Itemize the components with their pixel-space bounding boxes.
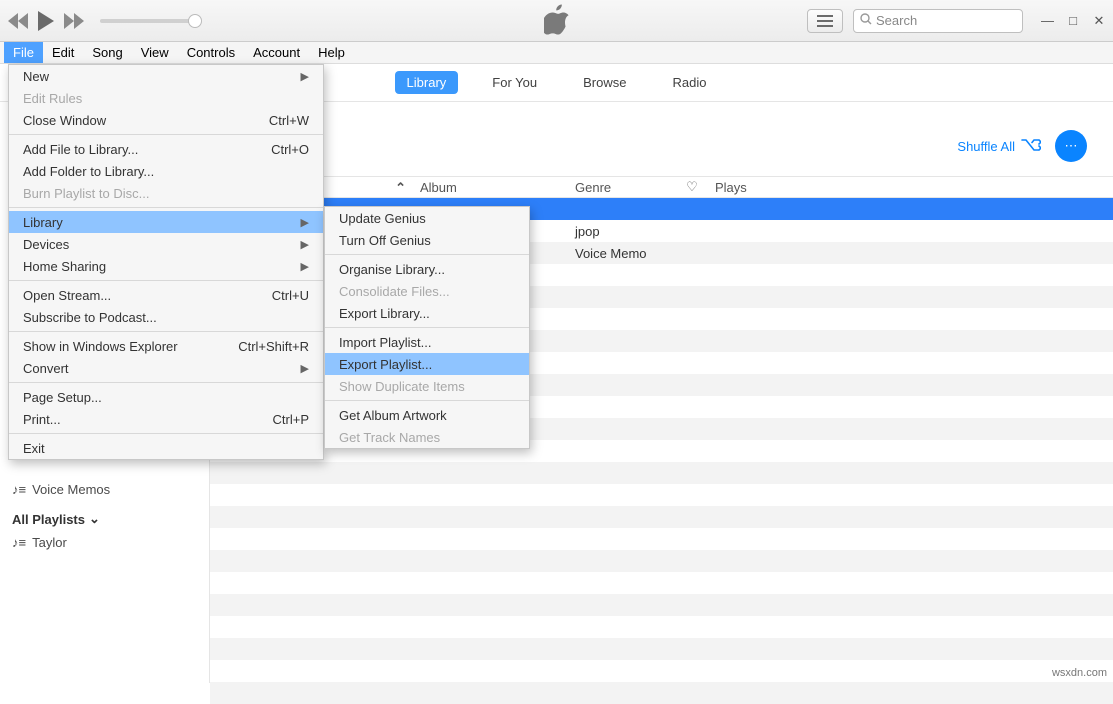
- playlist-icon: ♪≡: [12, 482, 26, 497]
- sidebar-label: Taylor: [32, 535, 67, 550]
- search-placeholder: Search: [876, 13, 917, 28]
- col-plays[interactable]: Plays: [707, 180, 1113, 195]
- sidebar-item-taylor[interactable]: ♪≡ Taylor: [12, 535, 197, 550]
- lib-organise[interactable]: Organise Library...: [325, 258, 529, 280]
- tab-for-you[interactable]: For You: [480, 71, 549, 94]
- lib-show-duplicates: Show Duplicate Items: [325, 375, 529, 397]
- submenu-arrow-icon: ▶: [301, 260, 309, 273]
- col-heart[interactable]: ♡: [677, 179, 707, 195]
- heart-icon: ♡: [686, 179, 698, 194]
- menu-file[interactable]: File: [4, 42, 43, 63]
- ellipsis-icon: ⋯: [1065, 138, 1078, 154]
- cell-genre: Voice Memo: [567, 246, 677, 261]
- search-icon: [860, 13, 872, 28]
- menu-help[interactable]: Help: [309, 42, 354, 63]
- file-menu-dropdown: New▶ Edit Rules Close WindowCtrl+W Add F…: [8, 64, 324, 460]
- list-view-button[interactable]: [807, 9, 843, 33]
- next-icon[interactable]: [64, 13, 86, 29]
- submenu-arrow-icon: ▶: [301, 362, 309, 375]
- file-new[interactable]: New▶: [9, 65, 323, 87]
- library-submenu: Update Genius Turn Off Genius Organise L…: [324, 206, 530, 449]
- menu-edit[interactable]: Edit: [43, 42, 83, 63]
- file-library[interactable]: Library▶: [9, 211, 323, 233]
- file-close-window[interactable]: Close WindowCtrl+W: [9, 109, 323, 131]
- more-button[interactable]: ⋯: [1055, 130, 1087, 162]
- col-genre[interactable]: Genre: [567, 180, 677, 195]
- sidebar-all-playlists[interactable]: All Playlists ⌄: [12, 511, 197, 527]
- titlebar: Search — □ ✕: [0, 0, 1113, 42]
- window-controls: — □ ✕: [1041, 13, 1105, 29]
- sidebar-label: All Playlists: [12, 512, 85, 527]
- shuffle-icon: [1021, 137, 1041, 156]
- tab-radio[interactable]: Radio: [660, 71, 718, 94]
- lib-get-tracknames: Get Track Names: [325, 426, 529, 448]
- file-show-explorer[interactable]: Show in Windows ExplorerCtrl+Shift+R: [9, 335, 323, 357]
- table-header: me Artist⌃ Album Genre ♡ Plays: [210, 176, 1113, 198]
- lib-export-playlist[interactable]: Export Playlist...: [325, 353, 529, 375]
- file-print[interactable]: Print...Ctrl+P: [9, 408, 323, 430]
- lib-update-genius[interactable]: Update Genius: [325, 207, 529, 229]
- chevron-down-icon: ⌄: [89, 511, 100, 527]
- file-burn: Burn Playlist to Disc...: [9, 182, 323, 204]
- file-devices[interactable]: Devices▶: [9, 233, 323, 255]
- volume-slider[interactable]: [100, 19, 200, 23]
- file-page-setup[interactable]: Page Setup...: [9, 386, 323, 408]
- lib-get-artwork[interactable]: Get Album Artwork: [325, 404, 529, 426]
- file-subscribe[interactable]: Subscribe to Podcast...: [9, 306, 323, 328]
- apple-logo-icon: [544, 4, 570, 37]
- watermark: wsxdn.com: [1052, 667, 1107, 679]
- file-open-stream[interactable]: Open Stream...Ctrl+U: [9, 284, 323, 306]
- menubar: File Edit Song View Controls Account Hel…: [0, 42, 1113, 64]
- lib-consolidate: Consolidate Files...: [325, 280, 529, 302]
- maximize-button[interactable]: □: [1067, 13, 1079, 29]
- lib-turn-off-genius[interactable]: Turn Off Genius: [325, 229, 529, 251]
- close-button[interactable]: ✕: [1093, 13, 1105, 29]
- file-exit[interactable]: Exit: [9, 437, 323, 459]
- playback-controls: [8, 11, 206, 31]
- file-add-folder[interactable]: Add Folder to Library...: [9, 160, 323, 182]
- file-convert[interactable]: Convert▶: [9, 357, 323, 379]
- sidebar-label: Voice Memos: [32, 482, 110, 497]
- file-edit-rules: Edit Rules: [9, 87, 323, 109]
- play-icon[interactable]: [38, 11, 56, 31]
- playlist-icon: ♪≡: [12, 535, 26, 550]
- menu-song[interactable]: Song: [83, 42, 131, 63]
- menu-controls[interactable]: Controls: [178, 42, 244, 63]
- submenu-arrow-icon: ▶: [301, 70, 309, 83]
- sort-asc-icon: ⌃: [395, 180, 406, 196]
- sidebar-item-voice-memos[interactable]: ♪≡ Voice Memos: [12, 482, 197, 497]
- tab-library[interactable]: Library: [395, 71, 459, 94]
- prev-icon[interactable]: [8, 13, 30, 29]
- file-home-sharing[interactable]: Home Sharing▶: [9, 255, 323, 277]
- lib-export-library[interactable]: Export Library...: [325, 302, 529, 324]
- minimize-button[interactable]: —: [1041, 13, 1053, 29]
- cell-genre: jpop: [567, 224, 677, 239]
- col-album[interactable]: Album: [412, 180, 567, 195]
- tab-browse[interactable]: Browse: [571, 71, 638, 94]
- shuffle-label: Shuffle All: [957, 139, 1015, 154]
- menu-view[interactable]: View: [132, 42, 178, 63]
- submenu-arrow-icon: ▶: [301, 216, 309, 229]
- file-add-file[interactable]: Add File to Library...Ctrl+O: [9, 138, 323, 160]
- submenu-arrow-icon: ▶: [301, 238, 309, 251]
- menu-account[interactable]: Account: [244, 42, 309, 63]
- lib-import-playlist[interactable]: Import Playlist...: [325, 331, 529, 353]
- shuffle-all-button[interactable]: Shuffle All: [957, 137, 1041, 156]
- search-input[interactable]: Search: [853, 9, 1023, 33]
